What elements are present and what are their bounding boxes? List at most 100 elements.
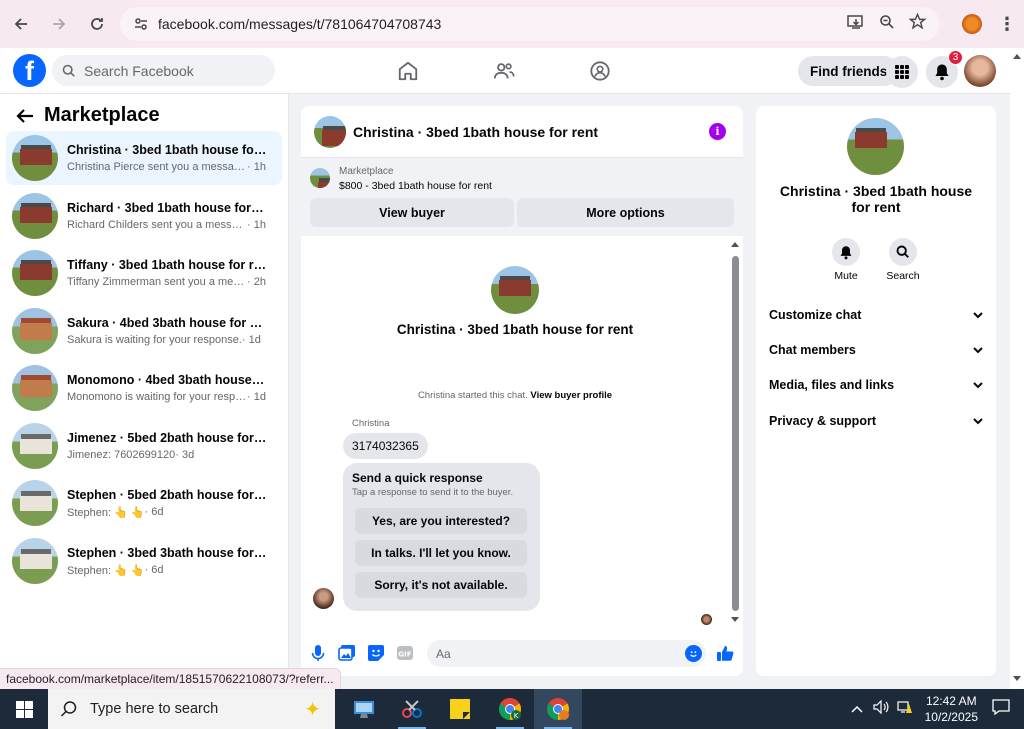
chrome-profile-icon[interactable]: K [486,689,534,729]
listing-thumbnail [12,365,58,411]
search-chat-button[interactable]: Search [877,238,929,282]
back-icon[interactable] [4,7,38,41]
photo-icon[interactable] [338,644,356,662]
facebook-header: f Search Facebook Find friends [0,48,1010,94]
chat-details-title: Christina · 3bed 1bath house for rent [779,183,973,215]
section-label: Media, files and links [769,378,895,392]
conversation-item[interactable]: Christina · 3bed 1bath house for rent Ch… [6,131,282,185]
conversation-item[interactable]: Tiffany · 3bed 1bath house for rent Tiff… [6,246,282,300]
chat-members-section[interactable]: Chat members [769,340,983,360]
more-options-button[interactable]: More options [517,198,734,227]
windows-start-icon[interactable] [0,689,48,729]
chat-panel: Christina · 3bed 1bath house for rent i … [301,106,743,676]
browser-toolbar: facebook.com/messages/t/781064704708743 … [0,0,1024,48]
conversation-item[interactable]: Stephen · 3bed 3bath house for rent Step… [6,534,282,588]
forward-icon[interactable] [42,7,76,41]
chat-title[interactable]: Christina · 3bed 1bath house for rent [353,124,598,140]
customize-chat-section[interactable]: Customize chat [769,305,983,325]
conversation-title: Sakura · 4bed 3bath house for rent [67,316,267,330]
chat-scrollbar[interactable] [730,242,740,626]
conversation-time: · 1h [247,219,266,231]
view-buyer-profile-link[interactable]: View buyer profile [530,390,612,401]
chat-thumbnail[interactable] [314,115,346,148]
install-app-icon[interactable] [847,14,865,35]
taskbar-clock[interactable]: 12:42 AM 10/2/2025 [925,693,978,725]
listing-banner: Marketplace $800 - 3bed 1bath house for … [301,158,743,236]
quick-reply-button[interactable]: Yes, are you interested? [355,508,527,534]
info-icon[interactable]: i [709,123,726,140]
site-settings-icon[interactable] [126,16,156,32]
listing-thumbnail [310,168,330,188]
back-arrow-icon[interactable] [16,108,34,124]
reload-icon[interactable] [80,7,114,41]
url-text[interactable]: facebook.com/messages/t/781064704708743 [158,16,441,32]
listing-thumbnail [12,135,58,181]
account-avatar[interactable] [964,55,996,87]
file-explorer-icon[interactable] [340,689,388,729]
chevron-up-icon[interactable] [851,700,863,718]
volume-icon[interactable] [873,699,889,719]
sparkle-icon: ✦ [304,699,321,721]
conversation-preview: Richard Childers sent you a message ... [67,219,247,231]
listing-thumbnail [12,480,58,526]
snipping-tool-icon[interactable] [388,689,436,729]
search-input[interactable]: Search Facebook [52,55,275,86]
listing-label: Marketplace [339,166,394,177]
home-icon[interactable] [396,59,420,83]
sender-name: Christina [352,418,390,429]
conversation-item[interactable]: Monomono · 4bed 3bath house fo... Monomo… [6,361,282,415]
emoji-icon[interactable] [685,645,702,662]
clock-time: 12:42 AM [925,694,977,708]
mute-button[interactable]: Mute [820,238,872,282]
chat-header: Christina · 3bed 1bath house for rent i [301,106,743,158]
facebook-logo[interactable]: f [13,54,46,87]
conversation-time: · 6d [144,505,164,518]
quick-reply-button[interactable]: In talks. I'll let you know. [355,540,527,566]
quick-reply-button[interactable]: Sorry, it's not available. [355,572,527,598]
message-input[interactable]: Aa [427,640,706,667]
listing-price[interactable]: $800 - 3bed 1bath house for rent [339,180,492,192]
view-buyer-button[interactable]: View buyer [310,198,514,227]
message-bubble[interactable]: 3174032365 [343,433,428,459]
message-input-placeholder: Aa [436,646,451,661]
zoom-icon[interactable] [879,14,895,35]
address-bar[interactable]: facebook.com/messages/t/781064704708743 [120,7,940,41]
friends-icon[interactable] [492,59,516,83]
page-scrollbar[interactable] [1010,48,1024,689]
conversation-item[interactable]: Richard · 3bed 1bath house for rent Rich… [6,189,282,243]
conversation-item[interactable]: Sakura · 4bed 3bath house for rent Sakur… [6,304,282,358]
page-title: Marketplace [44,104,160,126]
section-label: Privacy & support [769,414,876,428]
sticky-notes-icon[interactable] [436,689,484,729]
chrome-active-icon[interactable] [534,689,582,729]
notification-center-icon[interactable] [992,698,1010,720]
bell-icon [832,238,860,266]
media-files-links-section[interactable]: Media, files and links [769,375,983,395]
groups-icon[interactable] [588,59,612,83]
gif-icon[interactable]: GIF [396,644,414,662]
conversation-item[interactable]: Stephen · 5bed 2bath house for rent Step… [6,476,282,530]
microphone-icon[interactable] [309,644,327,662]
listing-thumbnail [12,193,58,239]
message-composer: GIF Aa [301,634,743,670]
find-friends-button[interactable]: Find friends [798,56,900,86]
like-thumb-icon[interactable] [716,644,734,662]
conversation-item[interactable]: Jimenez · 5bed 2bath house for rent Jime… [6,419,282,473]
menu-grid-icon[interactable] [886,56,918,88]
network-icon[interactable] [897,700,913,719]
bookmark-star-icon[interactable] [908,12,927,35]
profile-icon[interactable] [962,14,982,34]
privacy-support-section[interactable]: Privacy & support [769,411,983,431]
conversation-title: Christina · 3bed 1bath house for rent [67,143,267,157]
notification-badge: 3 [948,50,963,65]
chat-avatar-large [491,266,539,314]
quick-response-title: Send a quick response [352,471,483,485]
taskbar-search[interactable]: Type here to search ✦ [48,689,335,729]
menu-icon[interactable]: ⋮ [998,15,1016,33]
sticker-icon[interactable] [367,644,385,662]
chevron-down-icon [973,311,983,318]
conversation-time: · 1d [247,391,266,403]
listing-thumbnail [12,423,58,469]
search-label: Search [886,270,920,282]
windows-taskbar: Type here to search ✦ K 12:42 AM 10/2/20… [0,689,1024,729]
